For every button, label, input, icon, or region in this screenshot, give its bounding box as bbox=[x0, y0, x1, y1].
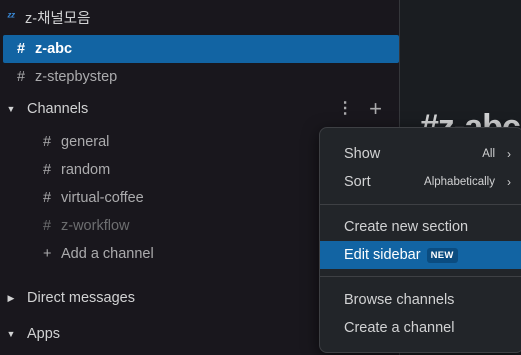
menu-divider bbox=[320, 276, 521, 277]
kebab-menu-icon[interactable]: ⋮ bbox=[337, 101, 353, 117]
new-badge: NEW bbox=[426, 247, 458, 263]
menu-divider bbox=[320, 204, 521, 205]
hash-icon: # bbox=[17, 69, 26, 85]
chevron-right-icon: › bbox=[507, 175, 511, 189]
section-label: Direct messages bbox=[27, 290, 135, 306]
hash-icon: # bbox=[43, 162, 52, 178]
section-channels[interactable]: ▼ Channels ⋮ + bbox=[3, 95, 399, 123]
menu-item-edit-sidebar[interactable]: Edit sidebar NEW bbox=[320, 241, 521, 269]
menu-item-value: All bbox=[482, 148, 495, 160]
channel-z-stepbystep[interactable]: # z-stepbystep bbox=[3, 63, 399, 91]
section-label: Apps bbox=[27, 326, 61, 342]
channel-label: virtual-coffee bbox=[61, 190, 144, 206]
section-actions: ⋮ + bbox=[337, 95, 382, 123]
zz-icon: ᶻᶻ bbox=[7, 11, 15, 23]
section-label: z-채널모음 bbox=[25, 10, 91, 27]
menu-item-label: Sort bbox=[344, 174, 371, 190]
menu-item-create-channel[interactable]: Create a channel bbox=[320, 314, 521, 342]
menu-item-create-section[interactable]: Create new section bbox=[320, 213, 521, 241]
menu-item-label: Create a channel bbox=[344, 320, 455, 336]
menu-item-label: Show bbox=[344, 146, 381, 162]
menu-item-sort[interactable]: Sort Alphabetically › bbox=[320, 168, 521, 196]
channel-label: z-stepbystep bbox=[35, 69, 118, 85]
channel-label: z-abc bbox=[35, 41, 73, 57]
caret-down-icon[interactable]: ▼ bbox=[3, 104, 19, 114]
section-label: Channels bbox=[27, 101, 89, 117]
menu-item-value: Alphabetically bbox=[424, 176, 495, 188]
caret-right-icon[interactable]: ▶ bbox=[3, 293, 19, 304]
menu-item-browse-channels[interactable]: Browse channels bbox=[320, 286, 521, 314]
chevron-right-icon: › bbox=[507, 147, 511, 161]
caret-down-icon[interactable]: ▼ bbox=[3, 329, 19, 339]
add-channel-label: Add a channel bbox=[61, 246, 154, 262]
menu-item-show[interactable]: Show All › bbox=[320, 140, 521, 168]
hash-icon: # bbox=[43, 134, 52, 150]
menu-item-label: Browse channels bbox=[344, 292, 455, 308]
app-window: ᶻᶻ z-채널모음 # z-abc # z-stepbystep ▼ Chann… bbox=[0, 0, 521, 355]
hash-icon: # bbox=[17, 41, 26, 57]
hash-icon: # bbox=[43, 190, 52, 206]
menu-item-label: Edit sidebar bbox=[344, 247, 421, 263]
plus-icon[interactable]: + bbox=[369, 98, 382, 120]
channel-label: random bbox=[61, 162, 111, 178]
channel-label: z-workflow bbox=[61, 218, 130, 234]
hash-icon: # bbox=[43, 218, 52, 234]
channel-label: general bbox=[61, 134, 110, 150]
section-z-channels[interactable]: ᶻᶻ z-채널모음 bbox=[3, 3, 399, 31]
plus-icon: + bbox=[43, 246, 52, 262]
channel-z-abc[interactable]: # z-abc bbox=[3, 35, 399, 63]
menu-item-label: Create new section bbox=[344, 219, 469, 235]
sidebar-options-menu: Show All › Sort Alphabetically › Create … bbox=[319, 127, 521, 353]
